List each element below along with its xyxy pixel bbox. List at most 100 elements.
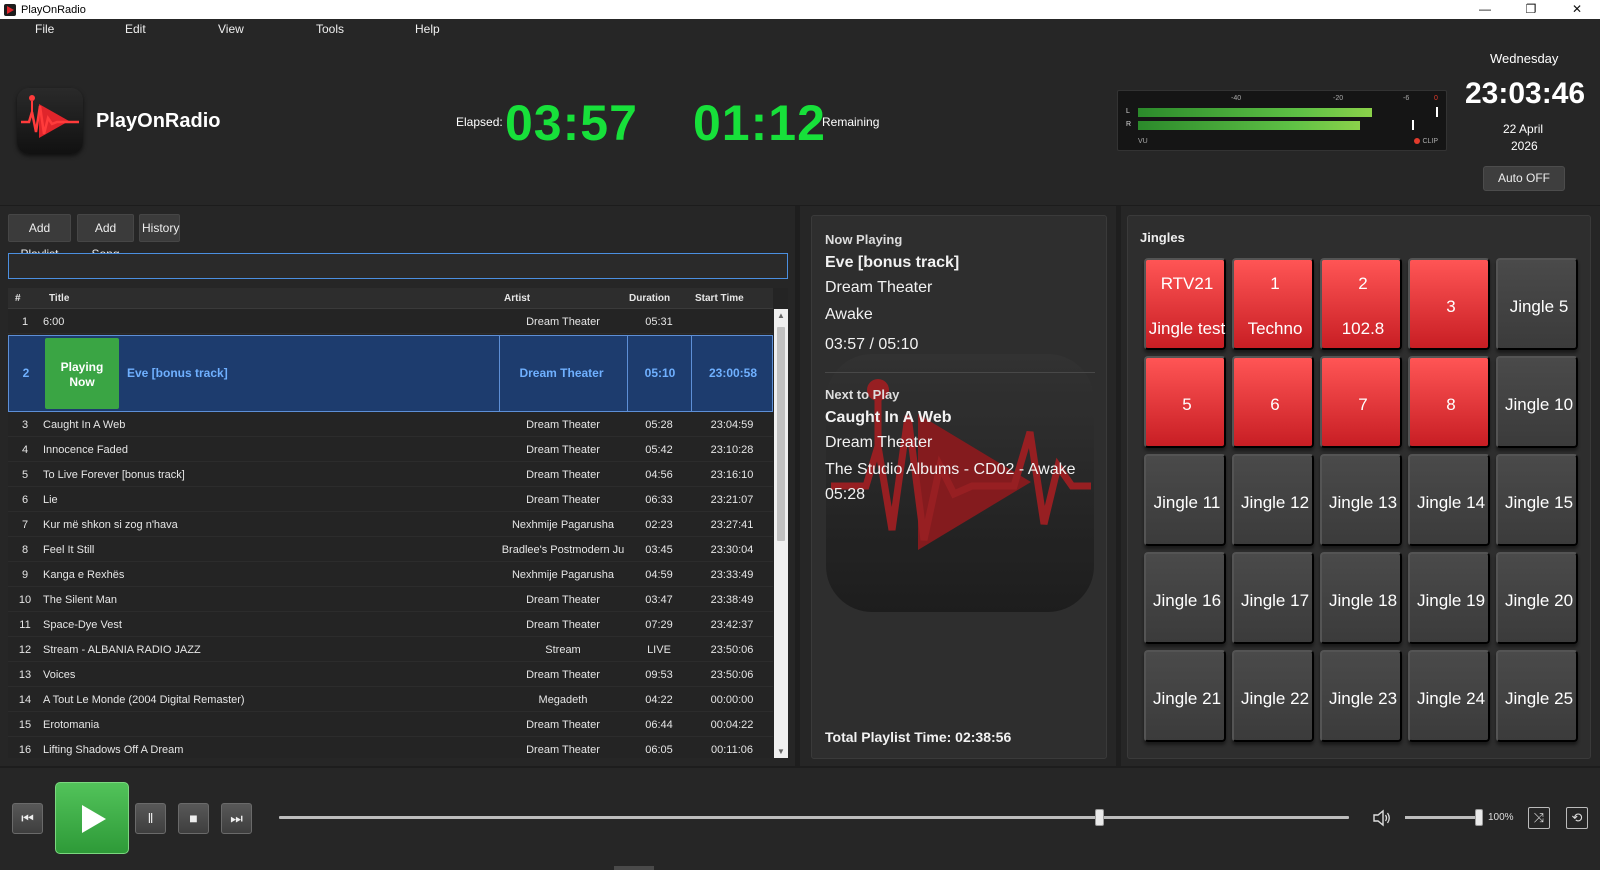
col-num[interactable]: # <box>15 293 21 304</box>
col-artist[interactable]: Artist <box>504 293 530 304</box>
menu-help[interactable]: Help <box>415 22 440 36</box>
table-row[interactable]: 5 To Live Forever [bonus track] Dream Thea… <box>8 462 773 487</box>
row-title: Kanga e Rexhës <box>43 569 125 581</box>
jingle-button-10[interactable]: Jingle 10 <box>1496 356 1578 448</box>
splitter-left[interactable] <box>795 206 800 766</box>
menu-edit[interactable]: Edit <box>125 22 146 36</box>
row-artist: Dream Theater <box>526 419 600 431</box>
playing-badge-line2: Now <box>69 375 95 389</box>
scroll-up-icon[interactable]: ▲ <box>774 311 788 320</box>
history-button[interactable]: History <box>139 214 180 242</box>
jingle-button-18[interactable]: Jingle 18 <box>1320 552 1402 644</box>
table-row[interactable]: 10 The Silent Man Dream Theater 03:47 23:38:… <box>8 587 773 612</box>
table-row[interactable]: 7 Kur më shkon si zog n'hava Nexhmije Paga… <box>8 512 773 537</box>
repeat-icon: ⟲ <box>1571 810 1583 825</box>
splitter-right[interactable] <box>1116 206 1121 766</box>
seek-slider-track[interactable] <box>279 816 1349 819</box>
table-row[interactable]: 1 6:00 Dream Theater 05:31 <box>8 309 773 334</box>
table-row[interactable]: 11 Space-Dye Vest Dream Theater 07:29 23:42:… <box>8 612 773 637</box>
scroll-down-icon[interactable]: ▼ <box>774 747 788 756</box>
restore-button[interactable]: ❐ <box>1508 0 1554 19</box>
row-num: 9 <box>21 569 29 581</box>
jingle-button-8[interactable]: 7 <box>1320 356 1402 448</box>
jingle-button-25[interactable]: Jingle 25 <box>1496 650 1578 742</box>
previous-button[interactable]: ⏮ <box>12 803 43 834</box>
scrollbar-thumb[interactable] <box>777 327 785 541</box>
table-row-now-playing[interactable]: 2 Playing Now Eve [bonus track] Dream Th… <box>8 335 773 412</box>
jingle-button-13[interactable]: Jingle 13 <box>1320 454 1402 546</box>
clip-dot-icon <box>1414 138 1421 144</box>
jingle-button-16[interactable]: Jingle 16 <box>1144 552 1226 644</box>
table-row[interactable]: 13 Voices Dream Theater 09:53 23:50:06 <box>8 662 773 687</box>
row-artist: Nexhmije Pagarusha <box>511 569 615 581</box>
playlist-search-input[interactable] <box>8 253 788 279</box>
jingle-button-4[interactable]: 3 <box>1408 258 1490 350</box>
row-artist: Megadeth <box>538 694 588 706</box>
close-button[interactable]: ✕ <box>1554 0 1600 19</box>
next-button[interactable]: ⏭ <box>221 803 252 834</box>
repeat-button[interactable]: ⟲ <box>1566 807 1588 829</box>
vu-right-peak <box>1412 120 1414 130</box>
pause-button[interactable]: ‖ <box>135 803 166 834</box>
col-duration[interactable]: Duration <box>629 293 670 304</box>
now-playing-artist: Dream Theater <box>825 279 933 296</box>
table-row[interactable]: 6 Lie Dream Theater 06:33 23:21:07 <box>8 487 773 512</box>
jingle-button-2[interactable]: 1 Techno <box>1232 258 1314 350</box>
row-start-time: 00:00:00 <box>710 694 754 706</box>
menu-view[interactable]: View <box>218 22 244 36</box>
table-row[interactable]: 3 Caught In A Web Dream Theater 05:28 23:04:… <box>8 412 773 437</box>
playlist-header: # Title Artist Duration Start Time <box>8 288 773 309</box>
row-duration: 03:47 <box>645 594 673 606</box>
seek-slider-thumb[interactable] <box>1094 809 1104 826</box>
jingle-button-15[interactable]: Jingle 15 <box>1496 454 1578 546</box>
row-duration: 06:05 <box>645 744 673 756</box>
jingle-button-17[interactable]: Jingle 17 <box>1232 552 1314 644</box>
jingle-button-20[interactable]: Jingle 20 <box>1496 552 1578 644</box>
next-duration: 05:28 <box>825 486 866 503</box>
col-start-time[interactable]: Start Time <box>695 293 744 304</box>
menu-tools[interactable]: Tools <box>316 22 344 36</box>
auto-toggle-button[interactable]: Auto OFF <box>1483 166 1565 191</box>
jingle-button-7[interactable]: 6 <box>1232 356 1314 448</box>
table-row[interactable]: 4 Innocence Faded Dream Theater 05:42 23:10:… <box>8 437 773 462</box>
minimize-button[interactable]: — <box>1462 0 1508 19</box>
volume-slider-track[interactable] <box>1405 816 1481 819</box>
jingle-button-11[interactable]: Jingle 11 <box>1144 454 1226 546</box>
jingle-button-12[interactable]: Jingle 12 <box>1232 454 1314 546</box>
jingle-button-19[interactable]: Jingle 19 <box>1408 552 1490 644</box>
shuffle-button[interactable]: ⤨ <box>1528 807 1550 829</box>
play-button[interactable] <box>55 782 129 854</box>
playlist-scrollbar[interactable]: ▲ ▼ <box>774 309 788 758</box>
table-row[interactable]: 16 Lifting Shadows Off A Dream Dream Theat… <box>8 737 773 758</box>
table-row[interactable]: 9 Kanga e Rexhës Nexhmije Pagarusha 04:59 23… <box>8 562 773 587</box>
add-playlist-button[interactable]: Add Playlist <box>8 214 71 261</box>
jingle-button-14[interactable]: Jingle 14 <box>1408 454 1490 546</box>
col-title[interactable]: Title <box>49 293 69 304</box>
jingle-button-1[interactable]: RTV21 Jingle test <box>1144 258 1226 350</box>
volume-slider-thumb[interactable] <box>1475 809 1483 826</box>
jingle-button-23[interactable]: Jingle 23 <box>1320 650 1402 742</box>
jingle-button-21[interactable]: Jingle 21 <box>1144 650 1226 742</box>
add-song-button[interactable]: Add Song <box>77 214 134 261</box>
row-title: Erotomania <box>43 719 100 731</box>
menu-file[interactable]: File <box>35 22 54 36</box>
volume-icon[interactable] <box>1372 809 1392 827</box>
jingle-button-24[interactable]: Jingle 24 <box>1408 650 1490 742</box>
table-row[interactable]: 14 A Tout Le Monde (2004 Digital Remaster… <box>8 687 773 712</box>
jingle-button-6[interactable]: 5 <box>1144 356 1226 448</box>
row-artist: Dream Theater <box>526 469 600 481</box>
resize-grip[interactable] <box>614 866 654 870</box>
table-row[interactable]: 15 Erotomania Dream Theater 06:44 00:04:22 <box>8 712 773 737</box>
jingle-button-3[interactable]: 2 102.8 <box>1320 258 1402 350</box>
table-row[interactable]: 8 Feel It Still Bradlee's Postmodern Ju 03:… <box>8 537 773 562</box>
row-start-time: 23:27:41 <box>710 519 754 531</box>
row-start-time: 23:42:37 <box>710 619 754 631</box>
table-row[interactable]: 12 Stream - ALBANIA RADIO JAZZ Stream LIVE 2… <box>8 637 773 662</box>
jingle-button-9[interactable]: 8 <box>1408 356 1490 448</box>
jingle-button-22[interactable]: Jingle 22 <box>1232 650 1314 742</box>
jingle-label: Jingle 25 <box>1504 689 1574 708</box>
row-artist: Dream Theater <box>526 494 600 506</box>
row-num: 11 <box>19 619 31 631</box>
jingle-button-5[interactable]: Jingle 5 <box>1496 258 1578 350</box>
stop-button[interactable]: ■ <box>178 803 209 834</box>
